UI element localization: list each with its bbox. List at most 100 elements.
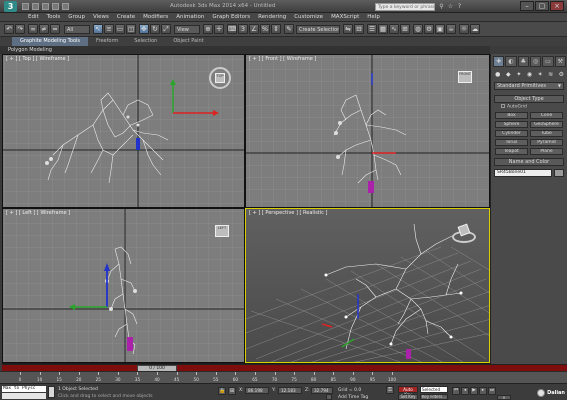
motion-tab-icon[interactable]: ◎ [529, 56, 542, 67]
cylinder-button[interactable]: Cylinder [495, 130, 528, 137]
viewport-label-top[interactable]: [ + ] [ Top ] [ Wireframe ] [6, 56, 69, 62]
menu-graph-editors[interactable]: Graph Editors [208, 14, 254, 20]
torus-button[interactable]: Torus [495, 139, 528, 146]
play-icon[interactable]: ▶ [470, 387, 478, 395]
add-time-tag-label[interactable]: Add Time Tag [338, 395, 368, 400]
cameras-icon[interactable]: ◉ [525, 70, 535, 79]
schematic-view-button[interactable]: ⊞ [400, 24, 410, 34]
tube-button[interactable]: Tube [530, 130, 563, 137]
lights-icon[interactable]: ✦ [514, 70, 524, 79]
hierarchy-tab-icon[interactable]: ♣ [517, 56, 529, 67]
autogrid-checkbox[interactable]: AutoGrid [501, 104, 527, 110]
menu-create[interactable]: Create [113, 14, 139, 20]
selection-lock-icon[interactable]: 🔒 [218, 387, 226, 395]
viewport-front[interactable]: [ + ] [ Front ] [ Wireframe ] FRONT [245, 54, 490, 208]
render-online-button[interactable]: ☁ [470, 24, 480, 34]
cone-button[interactable]: Cone [530, 112, 563, 119]
geometry-icon[interactable]: ● [493, 70, 503, 79]
x-coord-field[interactable]: 86.198 [245, 387, 269, 394]
redo-button[interactable]: ↷ [15, 24, 25, 34]
unlink-button[interactable]: ≠ [39, 24, 49, 34]
shapes-icon[interactable]: ◆ [504, 70, 514, 79]
checkbox-icon[interactable] [501, 104, 505, 108]
render-production-button[interactable]: ☕ [446, 24, 456, 34]
y-coord-field[interactable]: 12.183 [278, 387, 302, 394]
menu-tools[interactable]: Tools [43, 14, 65, 20]
utilities-tab-icon[interactable]: ⚒ [554, 56, 566, 67]
viewport-label-left[interactable]: [ + ] [ Left ] [ Wireframe ] [6, 210, 70, 216]
rendered-frame-window-button[interactable]: ▣ [435, 24, 445, 34]
rectangular-selection-button[interactable]: ▭ [115, 24, 125, 34]
z-coord-field[interactable]: 32.794 [311, 387, 333, 394]
absolute-offset-icon[interactable]: ⊞ [228, 387, 236, 395]
save-file-icon[interactable] [42, 3, 49, 10]
undo-icon[interactable] [52, 3, 59, 10]
edit-named-selection-button[interactable]: ✎ [284, 24, 294, 34]
viewcube-top-icon[interactable]: TOP [209, 67, 231, 89]
mini-listener-icon[interactable] [48, 386, 55, 398]
systems-icon[interactable]: ⚙ [556, 70, 566, 79]
search-input[interactable]: Type a keyword or phrase [375, 3, 435, 11]
spinner-snap-button[interactable]: ⇕ [271, 24, 281, 34]
select-link-button[interactable]: ∞ [28, 24, 38, 34]
time-slider-track[interactable]: 0 / 100 [2, 364, 567, 372]
redo-icon[interactable] [62, 3, 69, 10]
select-and-rotate-button[interactable]: ↻ [150, 24, 160, 34]
pyramid-button[interactable]: Pyramid [530, 139, 563, 146]
named-selection-dropdown[interactable]: Create Selection Se [296, 25, 340, 34]
box-button[interactable]: Box [495, 112, 528, 119]
window-crossing-button[interactable]: ◫ [126, 24, 136, 34]
new-file-icon[interactable] [22, 3, 29, 10]
select-and-scale-button[interactable]: ⤢ [161, 24, 171, 34]
percent-snap-button[interactable]: % [260, 24, 270, 34]
render-setup-button[interactable]: ⚙ [424, 24, 434, 34]
object-name-field[interactable]: SR45Bone01 [494, 169, 552, 177]
space-warps-icon[interactable]: ≋ [546, 70, 556, 79]
graphite-toggle-button[interactable]: ▦ [378, 24, 388, 34]
select-and-move-button[interactable]: ✥ [139, 24, 149, 34]
keyboard-shortcut-override-button[interactable]: ⌨ [227, 24, 237, 34]
go-to-end-icon[interactable]: ⏭ [488, 387, 496, 395]
go-to-start-icon[interactable]: ⏮ [452, 387, 460, 395]
modify-tab-icon[interactable]: ◐ [505, 56, 517, 67]
viewport-label-perspective[interactable]: [ + ] [ Perspective ] [ Realistic ] [249, 210, 327, 216]
maxscript-listener-input[interactable]: Max to Physc [2, 386, 46, 392]
angle-snap-button[interactable]: ∠ [249, 24, 259, 34]
polygon-modeling-panel-label[interactable]: Polygon Modeling [8, 47, 52, 53]
geosphere-button[interactable]: GeoSphere [530, 121, 563, 128]
tab-freeform[interactable]: Freeform [88, 37, 126, 46]
maxscript-output-field[interactable] [2, 393, 46, 399]
viewcube-perspective-icon[interactable] [452, 223, 476, 243]
select-manipulate-button[interactable]: ✛ [214, 24, 224, 34]
maximize-button[interactable]: ▢ [535, 1, 549, 11]
menu-maxscript[interactable]: MAXScript [327, 14, 363, 20]
layer-manager-button[interactable]: ☰ [367, 24, 377, 34]
object-type-rollout[interactable]: Object Type [494, 95, 564, 103]
key-selection-dropdown[interactable]: Selected [420, 386, 448, 393]
app-logo-icon[interactable]: 3 [4, 1, 17, 12]
viewport-left[interactable]: [ + ] [ Left ] [ Wireframe ] LEFT [2, 208, 245, 363]
primitive-category-dropdown[interactable]: Standard Primitives ▼ [494, 82, 564, 90]
reference-coordinate-dropdown[interactable]: View [174, 25, 200, 34]
open-file-icon[interactable] [32, 3, 39, 10]
key-filters-button[interactable]: Key Filters... [420, 394, 448, 400]
minimize-button[interactable]: – [520, 1, 534, 11]
align-button[interactable]: ⊟ [354, 24, 364, 34]
sphere-button[interactable]: Sphere [495, 121, 528, 128]
close-button[interactable]: × [550, 1, 564, 11]
mirror-button[interactable]: ⇋ [343, 24, 353, 34]
help-icon[interactable]: ? [456, 3, 463, 10]
select-by-name-button[interactable]: ≡ [104, 24, 114, 34]
track-bar[interactable]: 0 10 15 20 25 30 35 40 45 50 55 60 65 70 75 80 85 90 95 100 [0, 371, 567, 383]
viewport-top[interactable]: [ + ] [ Top ] [ Wireframe ] TOP [2, 54, 245, 208]
viewcube-front-icon[interactable]: FRONT [458, 71, 472, 85]
menu-animation[interactable]: Animation [172, 14, 208, 20]
auto-key-button[interactable]: Auto Key [398, 386, 418, 397]
viewcube-left-icon[interactable]: LEFT [215, 225, 229, 239]
set-key-mode-icon[interactable]: ⚿ [386, 386, 394, 394]
viewport-label-front[interactable]: [ + ] [ Front ] [ Wireframe ] [249, 56, 316, 62]
create-tab-icon[interactable]: ✚ [493, 56, 505, 67]
teapot-button[interactable]: Teapot [495, 148, 528, 155]
infocenter-icon[interactable]: ☆ [447, 3, 454, 10]
helpers-icon[interactable]: ✶ [535, 70, 545, 79]
